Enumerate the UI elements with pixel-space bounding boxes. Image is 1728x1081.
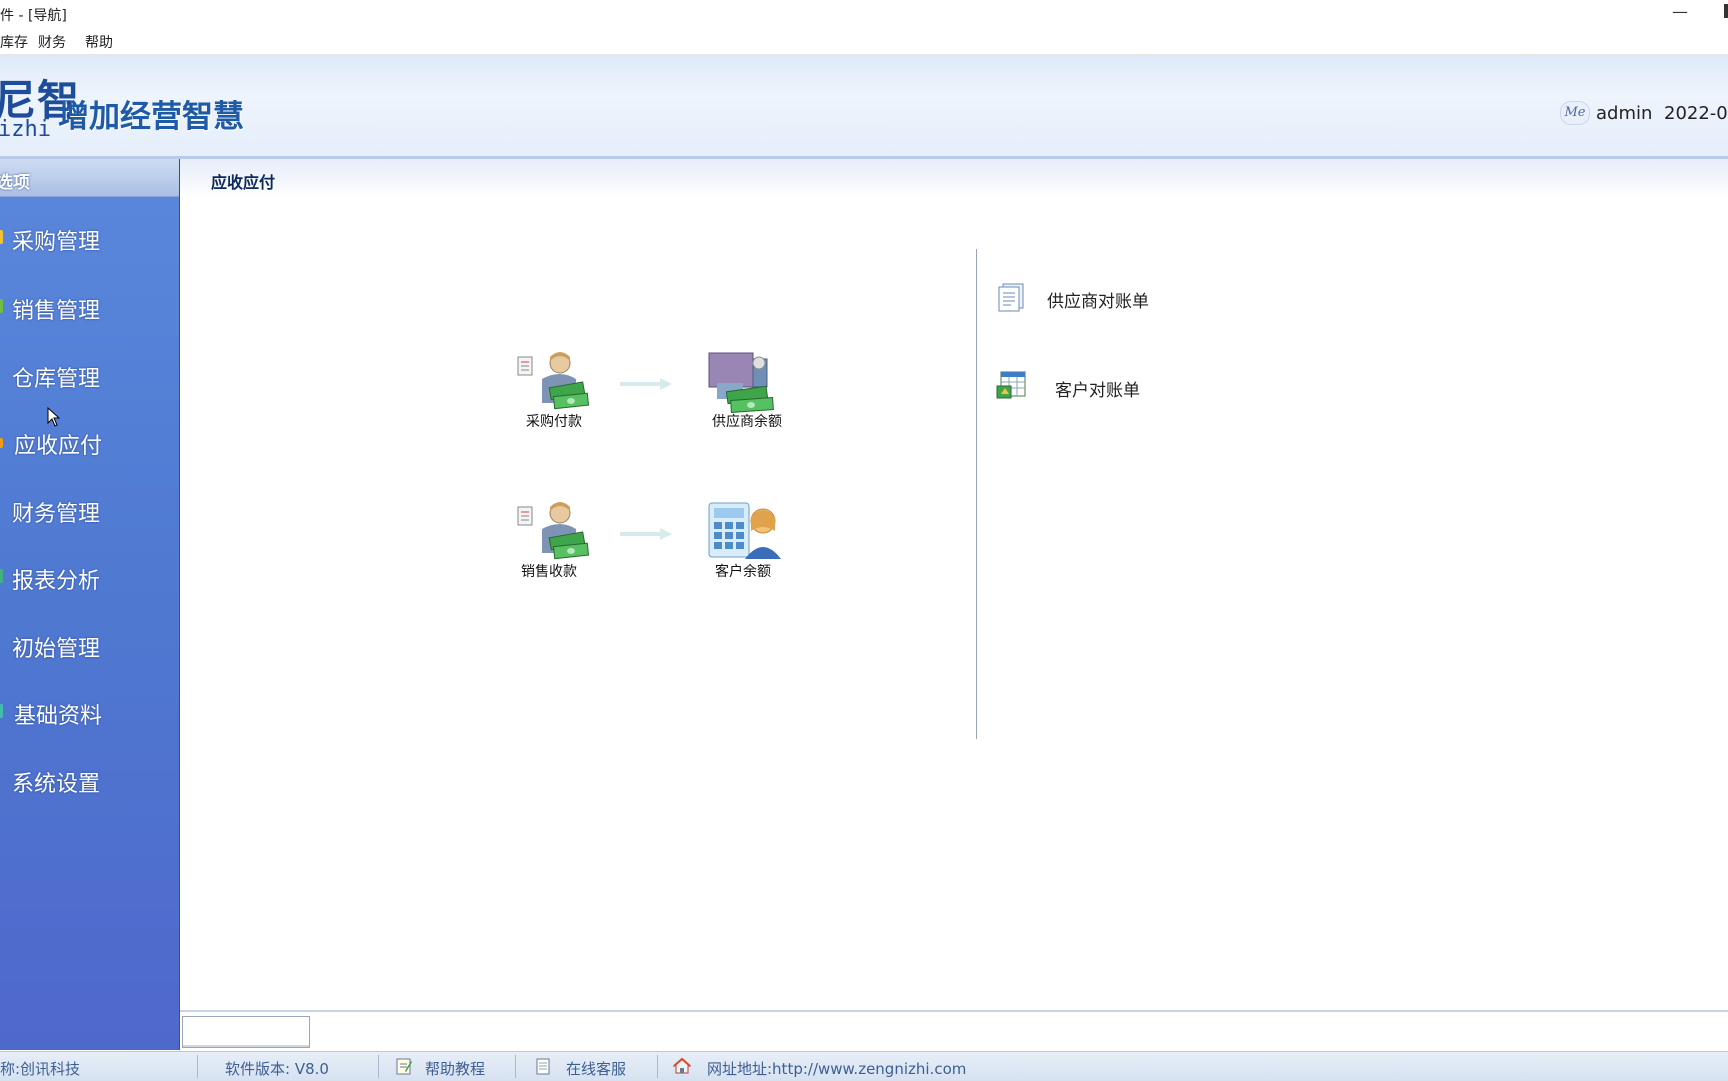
sidebar-item-label: 仓库管理 (12, 367, 101, 392)
status-separator (515, 1055, 516, 1078)
sidebar-item-label: 报表分析 (12, 569, 101, 594)
window-tab[interactable] (182, 1016, 310, 1048)
sales-receipt-label[interactable]: 销售收款 (494, 561, 604, 581)
sidebar: 选项 采购管理 销售管理 仓库管理 应收应付 财务管理 报表分析 初始管理 基础… (0, 159, 180, 1050)
sidebar-item-label: 系统设置 (12, 772, 101, 797)
website-link[interactable]: 网址地址:http://www.zengnizhi.com (707, 1058, 966, 1079)
sidebar-item-purchase[interactable]: 采购管理 (0, 214, 179, 262)
window-tab-strip (180, 1010, 1728, 1052)
title-bar: 件 - [导航] — (0, 0, 1728, 27)
online-service-link[interactable]: 在线客服 (566, 1058, 626, 1079)
menu-inventory[interactable]: 库存 (0, 32, 28, 52)
purchase-payment-icon[interactable] (514, 349, 594, 419)
arrow-right-icon (620, 378, 672, 390)
bullet-icon (0, 230, 3, 244)
sidebar-title: 选项 (0, 173, 30, 193)
help-notepad-icon (396, 1058, 412, 1075)
current-date: 2022-03 (1664, 103, 1728, 124)
page-title: 应收应付 (211, 173, 276, 192)
window-title: 件 - [导航] (0, 8, 67, 24)
menu-help[interactable]: 帮助 (85, 32, 113, 52)
bullet-icon (0, 438, 3, 448)
sidebar-item-label: 初始管理 (12, 637, 101, 662)
supplier-balance-label[interactable]: 供应商余额 (692, 411, 802, 431)
supplier-balance-icon[interactable] (705, 349, 785, 419)
sidebar-item-initial[interactable]: 初始管理 (0, 621, 179, 669)
sidebar-header: 选项 (0, 159, 179, 197)
content-header: 应收应付 (180, 159, 1728, 199)
sidebar-item-system-settings[interactable]: 系统设置 (0, 756, 179, 804)
slogan: 增加经营智慧 (58, 99, 244, 135)
report-label: 供应商对账单 (1047, 292, 1149, 312)
supplier-statement-link[interactable]: 供应商对账单 (995, 279, 1185, 315)
report-label: 客户对账单 (1055, 381, 1140, 401)
status-separator (197, 1055, 198, 1078)
sidebar-item-label: 应收应付 (14, 434, 103, 459)
logo-pinyin: izhi (0, 117, 51, 142)
sidebar-item-receivable-payable[interactable]: 应收应付 (0, 418, 179, 466)
customer-balance-label[interactable]: 客户余额 (688, 561, 798, 581)
user-avatar-icon: Me (1560, 101, 1590, 125)
sidebar-item-label: 销售管理 (12, 299, 101, 324)
bullet-icon (0, 569, 3, 583)
user-name[interactable]: admin (1596, 103, 1652, 124)
sidebar-item-finance[interactable]: 财务管理 (0, 486, 179, 534)
help-tutorial-link[interactable]: 帮助教程 (425, 1058, 485, 1079)
vertical-divider (976, 249, 977, 739)
menu-bar: 库存 财务 帮助 (0, 28, 1728, 55)
sidebar-item-warehouse[interactable]: 仓库管理 (0, 351, 179, 399)
spreadsheet-icon (996, 371, 1026, 399)
status-separator (378, 1055, 379, 1078)
sidebar-item-sales[interactable]: 销售管理 (0, 283, 179, 331)
software-version: 软件版本: V8.0 (225, 1060, 329, 1078)
customer-balance-icon[interactable] (705, 499, 785, 569)
maximize-button-edge[interactable] (1724, 4, 1728, 18)
mouse-cursor-icon (47, 407, 60, 427)
bullet-icon (0, 299, 3, 313)
document-stack-icon (998, 283, 1024, 312)
main-content: 应收应付 采购付款 供应商余额 销售收款 客户余额 供应商对账单 客户对账单 (180, 159, 1728, 1010)
arrow-right-icon (620, 528, 672, 540)
bullet-icon (0, 704, 3, 718)
sales-receipt-icon[interactable] (514, 499, 594, 569)
sidebar-item-reports[interactable]: 报表分析 (0, 553, 179, 601)
customer-statement-link[interactable]: 客户对账单 (995, 368, 1185, 404)
sidebar-item-basic-data[interactable]: 基础资料 (0, 688, 179, 736)
menu-finance[interactable]: 财务 (38, 32, 66, 52)
header-banner: 尼智 izhi 增加经营智慧 Me admin 2022-03 (0, 55, 1728, 159)
company-name: 称:创讯科技 (0, 1060, 81, 1078)
sidebar-item-label: 采购管理 (12, 230, 101, 255)
sidebar-item-label: 财务管理 (12, 502, 101, 527)
purchase-payment-label[interactable]: 采购付款 (499, 411, 609, 431)
minimize-button[interactable]: — (1672, 2, 1688, 21)
document-icon (536, 1058, 550, 1075)
home-icon (673, 1057, 691, 1074)
sidebar-item-label: 基础资料 (14, 704, 103, 729)
status-separator (657, 1055, 658, 1078)
status-bar: 称:创讯科技 软件版本: V8.0 帮助教程 在线客服 网址地址:http://… (0, 1051, 1728, 1081)
